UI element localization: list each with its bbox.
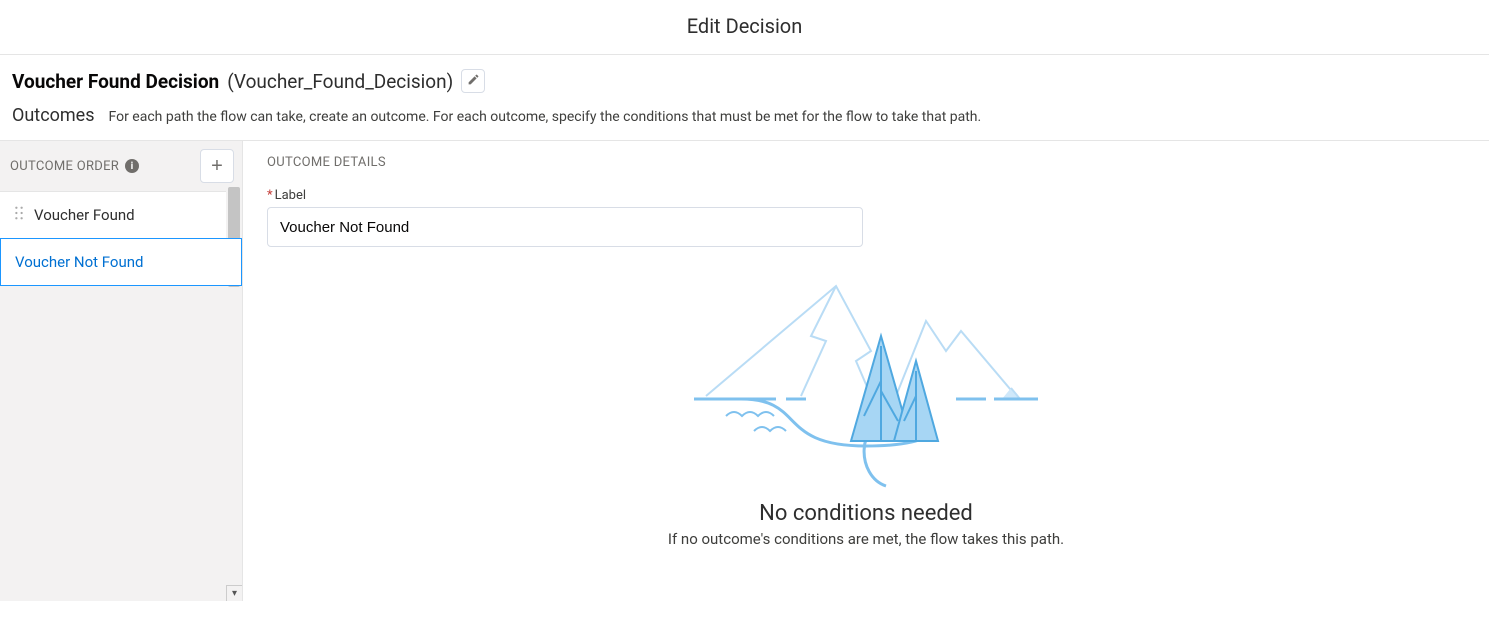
add-outcome-button[interactable]: + [200,149,234,183]
outcome-item-label: Voucher Found [34,206,135,224]
edit-decision-name-button[interactable] [461,69,485,93]
empty-state-subtitle: If no outcome's conditions are met, the … [267,530,1465,548]
decision-api-name: (Voucher_Found_Decision) [227,70,453,93]
modal-title: Edit Decision [0,0,1489,55]
label-field-label: *Label [267,188,1465,203]
required-asterisk: * [267,188,273,203]
empty-state-title: No conditions needed [267,501,1465,526]
pencil-icon [467,73,480,89]
plus-icon: + [211,155,223,178]
outcome-details-panel: OUTCOME DETAILS *Label [243,141,1489,601]
decision-name-row: Voucher Found Decision (Voucher_Found_De… [0,55,1489,101]
outcome-label-input[interactable] [267,207,863,247]
outcomes-title: Outcomes [12,105,95,126]
label-field-label-text: Label [275,188,306,203]
outcomes-help-text: For each path the flow can take, create … [109,109,982,125]
outcome-item-label: Voucher Not Found [15,253,144,271]
outcome-item-voucher-not-found[interactable]: Voucher Not Found [0,238,242,286]
outcome-order-sidebar: OUTCOME ORDER i + Voucher Found Voucher … [0,141,243,601]
drag-handle-icon[interactable] [14,206,24,224]
outcome-order-label: OUTCOME ORDER i [10,159,139,174]
sidebar-scroll-down-icon[interactable]: ▾ [226,585,242,601]
outcome-order-label-text: OUTCOME ORDER [10,159,119,174]
decision-label: Voucher Found Decision [12,70,219,93]
default-outcome-empty-state: No conditions needed If no outcome's con… [267,281,1465,548]
outcome-item-voucher-found[interactable]: Voucher Found [0,191,242,239]
outcomes-header-row: Outcomes For each path the flow can take… [0,101,1489,141]
mountain-illustration-icon [686,281,1046,491]
outcome-details-heading: OUTCOME DETAILS [267,155,1465,170]
info-icon[interactable]: i [125,159,139,173]
